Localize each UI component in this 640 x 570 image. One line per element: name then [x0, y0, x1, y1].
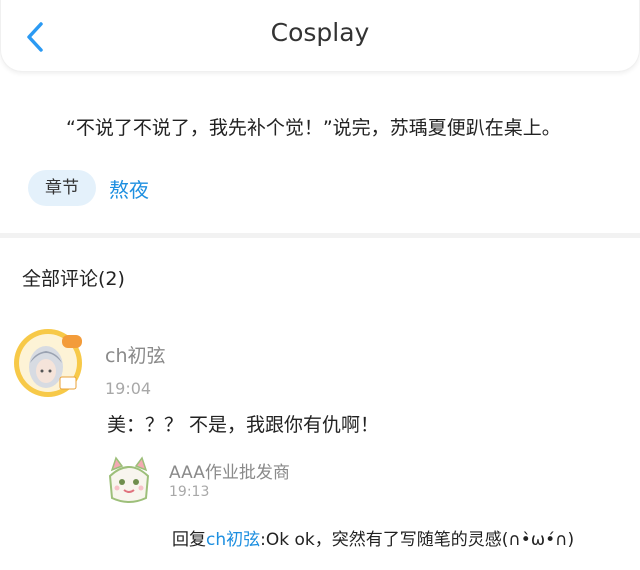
- reply-avatar[interactable]: [104, 454, 154, 506]
- section-divider: [0, 233, 640, 238]
- mention-link[interactable]: ch初弦: [206, 530, 260, 550]
- comments-heading: 全部评论(2): [22, 268, 125, 290]
- chapter-link[interactable]: 熬夜: [109, 174, 149, 203]
- page-title: Cosplay: [270, 18, 370, 47]
- reply-time: 19:13: [169, 484, 210, 500]
- chapter-tag: 章节: [28, 170, 96, 206]
- author-avatar-image: [14, 329, 82, 397]
- comment-username[interactable]: ch初弦: [105, 341, 166, 368]
- top-bar: Cosplay: [0, 0, 640, 72]
- reply-prefix: 回复: [172, 530, 206, 550]
- cat-avatar-image: [108, 456, 150, 503]
- reply-text: 回复ch初弦:Ok ok，突然有了写随笔的灵感(∩•̀ω•́∩): [172, 525, 574, 550]
- post-quote: “不说了不说了，我先补个觉！”说完，苏瑀夏便趴在桌上。: [66, 117, 561, 139]
- reply-username[interactable]: AAA作业批发商: [169, 458, 290, 483]
- comment-time: 19:04: [105, 379, 152, 398]
- reply-body: :Ok ok，突然有了写随笔的灵感(∩•̀ω•́∩): [260, 530, 575, 550]
- avatar[interactable]: [12, 327, 84, 399]
- comment-text: 美：？？ 不是，我跟你有仇啊！: [107, 414, 380, 436]
